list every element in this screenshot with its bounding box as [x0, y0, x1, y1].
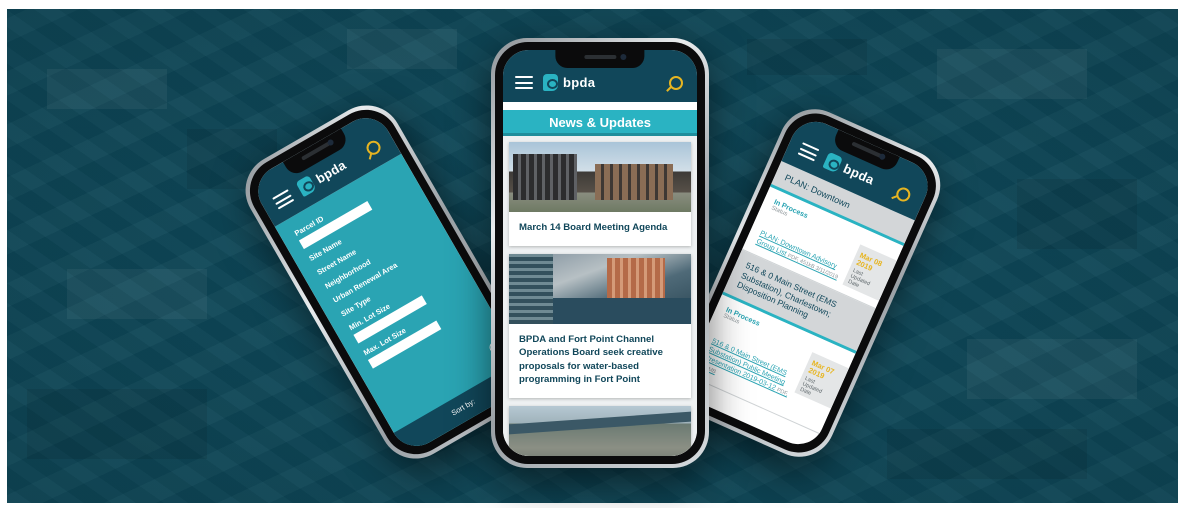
screen-center: bpda News & Updates March 14 Board Meeti… — [503, 50, 697, 456]
bpda-logo-icon — [543, 74, 558, 91]
news-card-image[interactable] — [509, 253, 691, 324]
sort-value[interactable] — [477, 394, 482, 402]
sort-label: Sort by: — [449, 396, 477, 418]
menu-icon[interactable] — [797, 142, 820, 162]
phone-center-news: bpda News & Updates March 14 Board Meeti… — [491, 38, 709, 468]
news-card-title[interactable]: March 14 Board Meeting Agenda — [509, 212, 691, 246]
news-section-header: News & Updates — [503, 102, 697, 136]
news-card-image[interactable] — [509, 142, 691, 212]
news-section-title: News & Updates — [503, 110, 697, 136]
news-card[interactable] — [509, 406, 691, 456]
bpda-logo-icon — [822, 151, 844, 174]
news-feed[interactable]: March 14 Board Meeting Agenda BPDA and F… — [503, 136, 697, 456]
menu-icon[interactable] — [515, 76, 533, 89]
news-card-title[interactable]: BPDA and Fort Point Channel Operations B… — [509, 324, 691, 398]
news-card-image[interactable] — [509, 406, 691, 456]
search-icon[interactable] — [669, 76, 683, 90]
bpda-logo-icon — [295, 174, 317, 198]
news-card[interactable]: March 14 Board Meeting Agenda — [509, 142, 691, 246]
menu-icon[interactable] — [272, 189, 295, 210]
bpda-logo[interactable]: bpda — [543, 74, 595, 91]
phone-notch — [555, 50, 645, 68]
news-card[interactable]: BPDA and Fort Point Channel Operations B… — [509, 253, 691, 399]
search-icon[interactable] — [363, 138, 384, 158]
search-icon[interactable] — [894, 185, 913, 204]
